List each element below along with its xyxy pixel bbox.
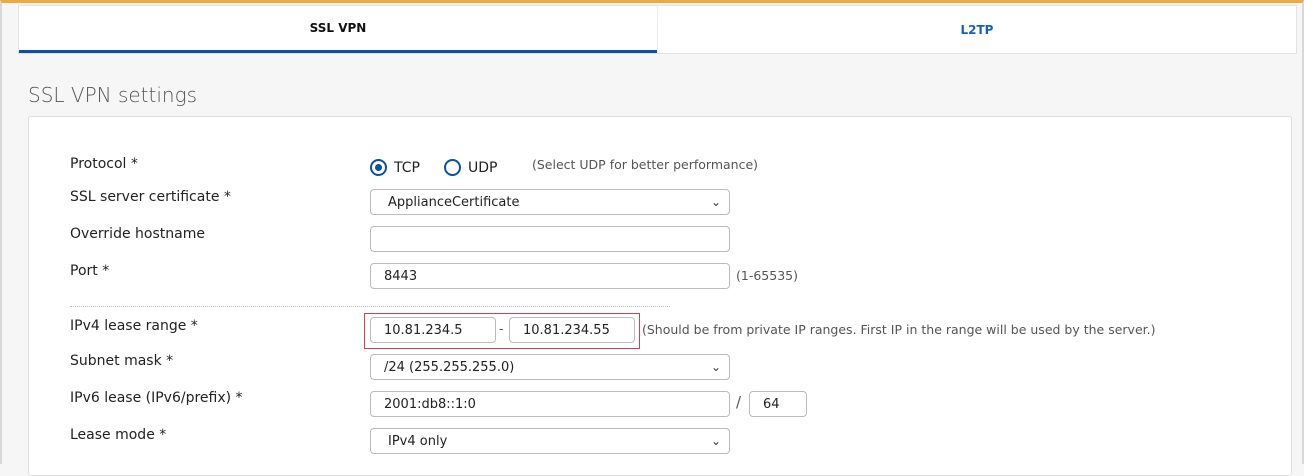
radio-udp[interactable]: UDP: [444, 159, 497, 176]
ipv4-start-input[interactable]: 10.81.234.5: [370, 317, 496, 343]
hostname-input[interactable]: [370, 226, 730, 252]
subnet-select[interactable]: /24 (255.255.255.0) ⌄: [370, 354, 730, 380]
port-input[interactable]: 8443: [370, 263, 730, 289]
subnet-label: Subnet mask *: [70, 353, 174, 369]
port-hint: (1-65535): [736, 268, 798, 283]
port-label: Port *: [70, 263, 110, 279]
radio-unchecked-icon: [444, 159, 461, 176]
tab-l2tp[interactable]: L2TP: [657, 6, 1296, 53]
ipv4-range-label: IPv4 lease range *: [70, 318, 198, 334]
certificate-select[interactable]: ApplianceCertificate ⌄: [370, 189, 730, 215]
range-separator: -: [499, 321, 504, 336]
protocol-label: Protocol *: [70, 156, 138, 172]
chevron-down-icon: ⌄: [710, 360, 721, 374]
ipv4-end-input[interactable]: 10.81.234.55: [509, 317, 635, 343]
tab-bar: SSL VPN L2TP: [18, 5, 1297, 54]
lease-mode-label: Lease mode *: [70, 427, 167, 443]
chevron-down-icon: ⌄: [710, 195, 721, 209]
ipv6-input[interactable]: 2001:db8::1:0: [370, 391, 730, 417]
radio-tcp[interactable]: TCP: [370, 159, 420, 176]
radio-tcp-label: TCP: [394, 159, 420, 176]
ipv6-prefix-input[interactable]: 64: [749, 391, 807, 417]
subnet-value: /24 (255.255.255.0): [384, 359, 515, 375]
chevron-down-icon: ⌄: [710, 434, 721, 448]
divider: [70, 306, 670, 307]
ipv6-label: IPv6 lease (IPv6/prefix) *: [70, 390, 243, 406]
lease-mode-value: IPv4 only: [388, 433, 448, 449]
radio-udp-label: UDP: [468, 159, 498, 176]
certificate-value: ApplianceCertificate: [388, 194, 520, 210]
section-title: SSL VPN settings: [28, 83, 198, 107]
radio-checked-icon: [370, 159, 387, 176]
prefix-separator: /: [736, 393, 742, 411]
certificate-label: SSL server certificate *: [70, 189, 231, 205]
hostname-label: Override hostname: [70, 226, 205, 242]
tab-ssl-vpn[interactable]: SSL VPN: [19, 6, 657, 53]
protocol-hint: (Select UDP for better performance): [532, 157, 759, 172]
ipv4-range-hint: (Should be from private IP ranges. First…: [642, 322, 1156, 337]
lease-mode-select[interactable]: IPv4 only ⌄: [370, 428, 730, 454]
